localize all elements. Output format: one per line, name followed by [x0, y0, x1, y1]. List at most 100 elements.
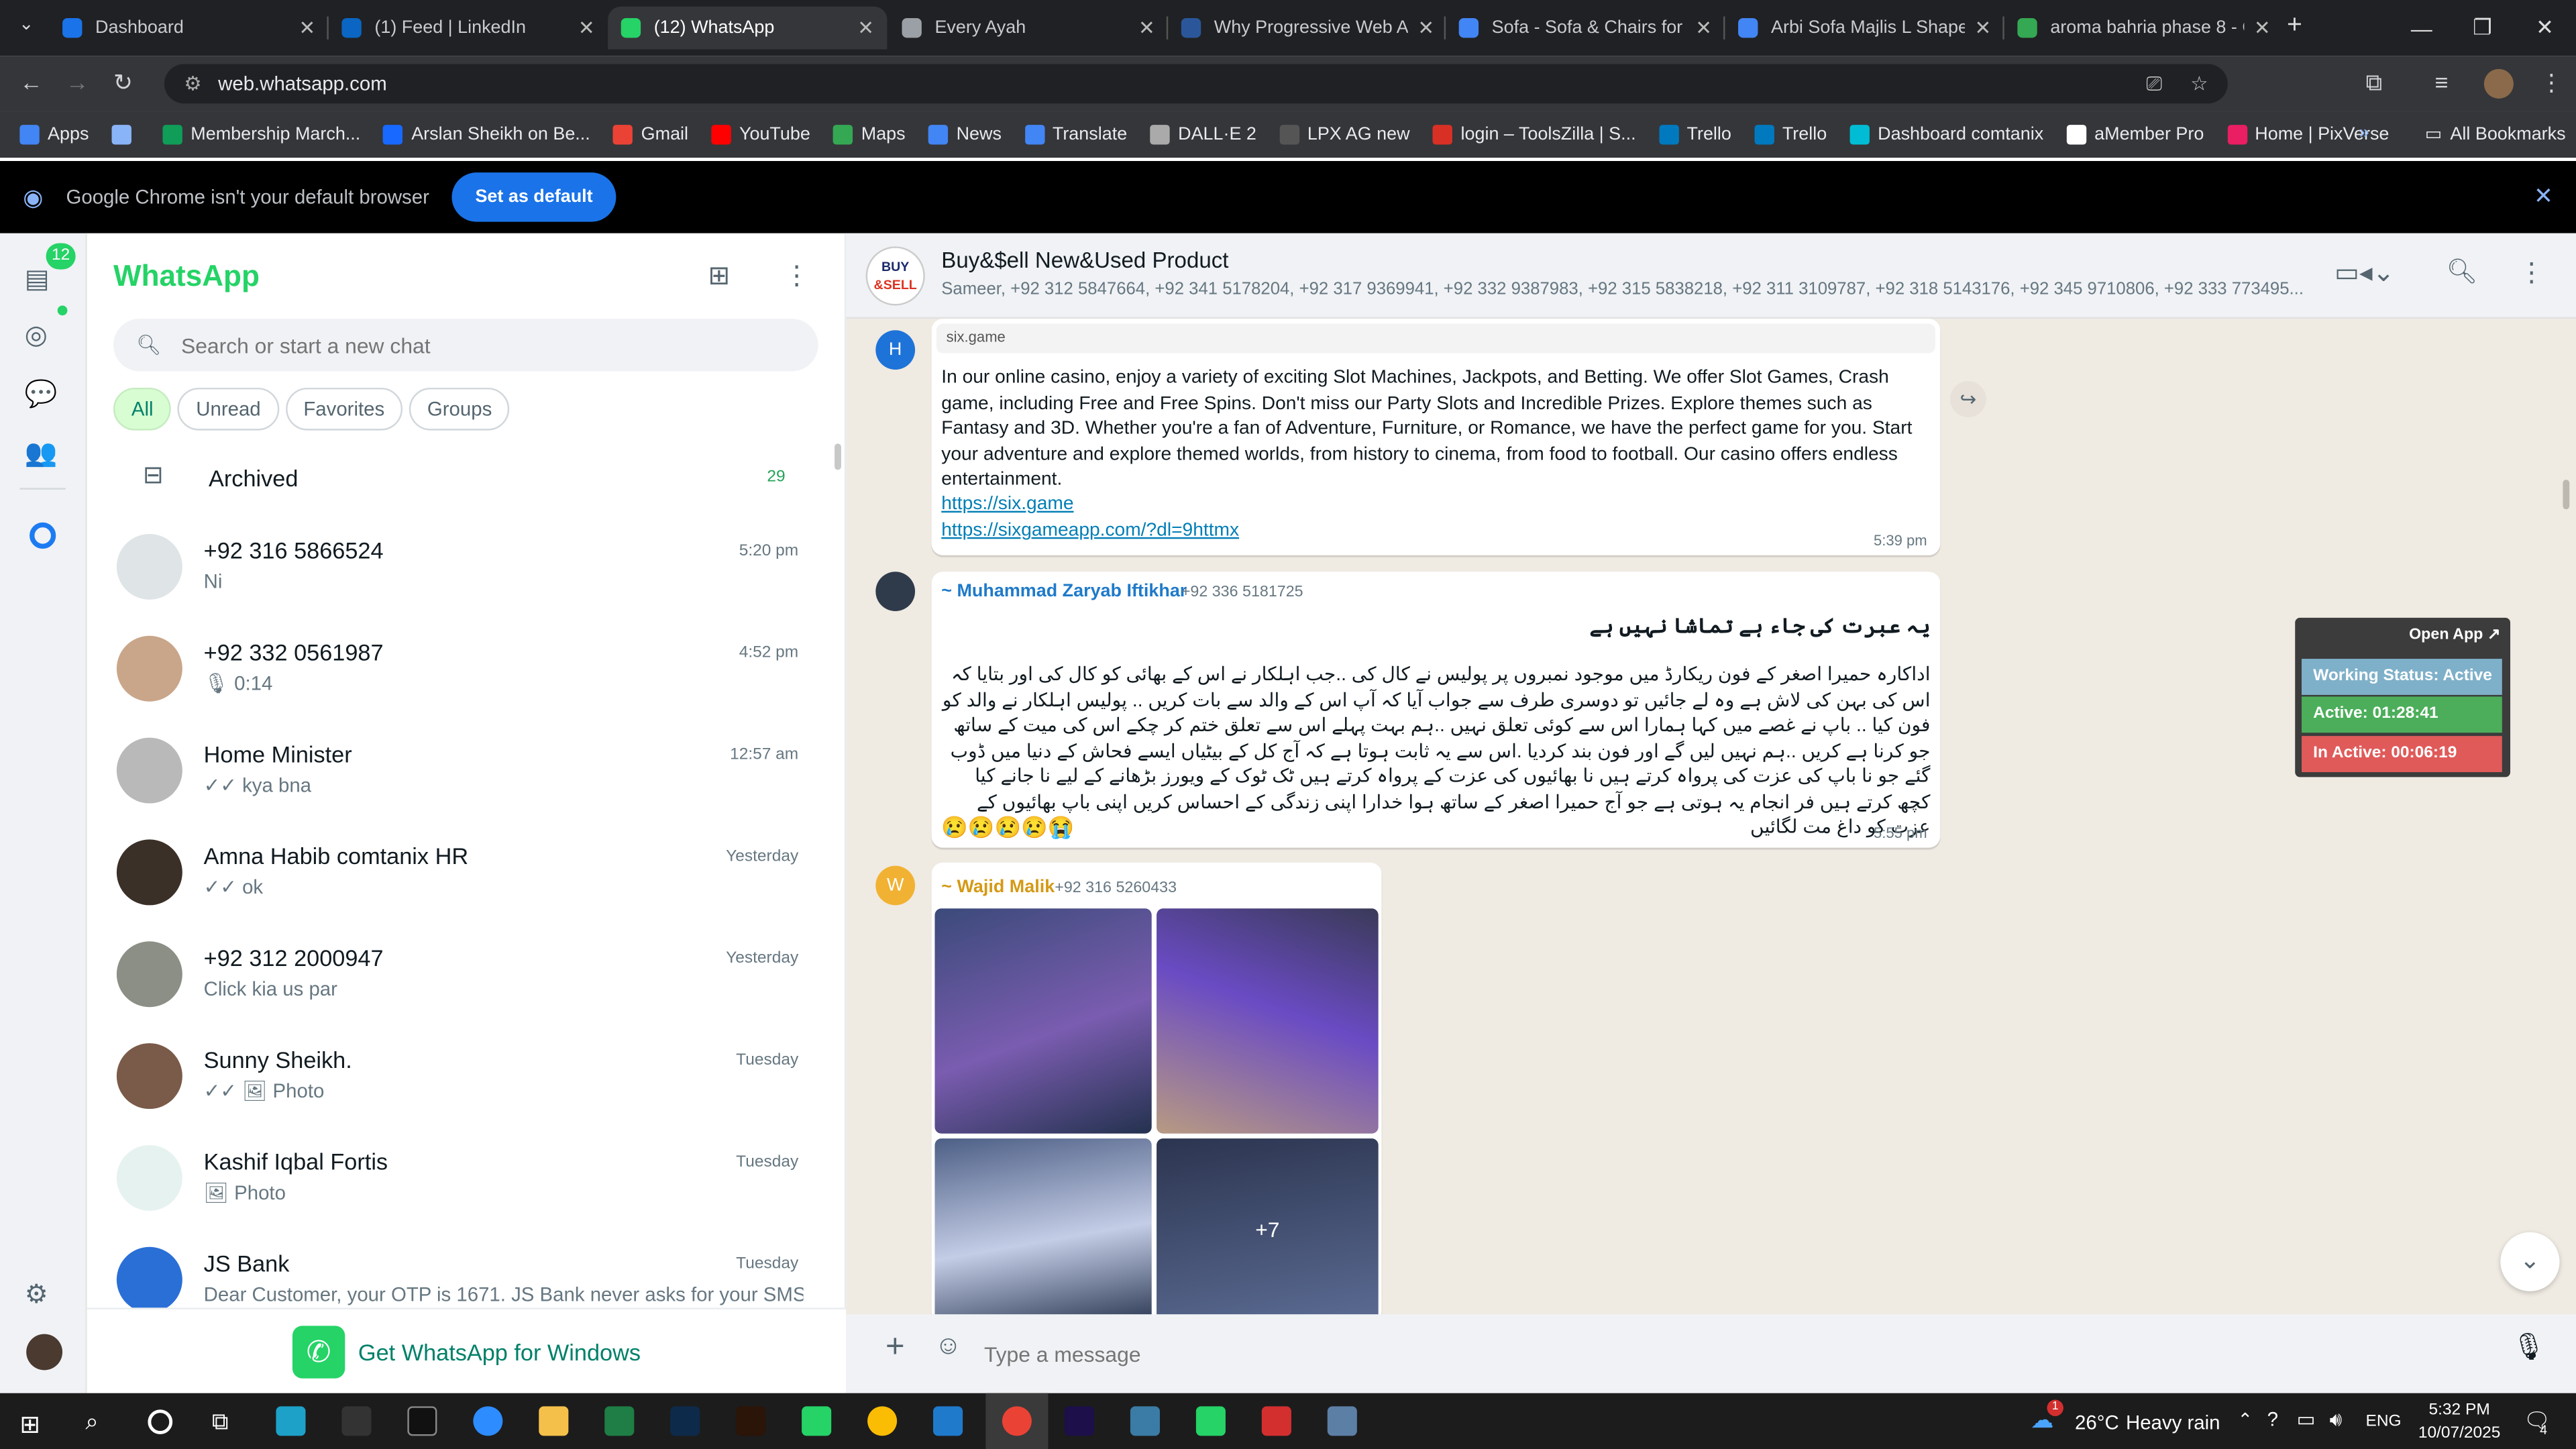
weather-temp[interactable]: 26°C: [2075, 1411, 2119, 1434]
language-indicator[interactable]: ENG: [2366, 1413, 2402, 1431]
bookmark-item[interactable]: News: [928, 125, 1002, 145]
browser-tab[interactable]: Every Ayah ✕: [889, 7, 1168, 50]
clock-date[interactable]: 10/07/2025: [2412, 1424, 2507, 1442]
bookmark-item[interactable]: Translate: [1024, 125, 1127, 145]
bookmark-item[interactable]: Membership March...: [162, 125, 360, 145]
whatsapp-business-icon[interactable]: [1195, 1406, 1226, 1436]
bookmark-item[interactable]: aMember Pro: [2066, 125, 2204, 145]
tab-close-icon[interactable]: ✕: [299, 16, 316, 39]
link-preview[interactable]: six.game: [936, 323, 1935, 354]
sender-name[interactable]: ~ Wajid Malik: [941, 877, 1055, 897]
close-window-icon[interactable]: ✕: [2514, 0, 2576, 56]
site-info-icon[interactable]: ⚙: [184, 72, 201, 95]
sticker-emoji-icon[interactable]: ☺: [934, 1332, 961, 1362]
attach-plus-icon[interactable]: +: [885, 1329, 905, 1366]
new-tab-button[interactable]: +: [2287, 11, 2302, 41]
chat-list-item[interactable]: +92 316 5866524 Ni 5:20 pm: [87, 516, 846, 618]
menu-icon[interactable]: ⋮: [784, 260, 810, 292]
more-photos-overlay[interactable]: +7: [1157, 1138, 1379, 1323]
new-chat-icon[interactable]: ⊞: [708, 260, 731, 292]
weather-condition[interactable]: Heavy rain: [2126, 1411, 2220, 1434]
message-link[interactable]: https://sixgameapp.com/?dl=9httmx: [941, 521, 1239, 540]
get-app-banner[interactable]: ✆ Get WhatsApp for Windows: [87, 1307, 847, 1393]
windows-start-icon[interactable]: ⊞: [19, 1409, 40, 1440]
browser-tab[interactable]: Arbi Sofa Majlis L Shape S ✕: [1725, 7, 2004, 50]
extensions-icon[interactable]: ⧉: [2366, 69, 2382, 97]
tab-close-icon[interactable]: ✕: [1138, 16, 1155, 39]
sender-avatar[interactable]: H: [875, 330, 916, 370]
group-members[interactable]: Sameer, +92 312 5847664, +92 341 5178204…: [941, 279, 2305, 299]
whatsapp-taskbar-icon[interactable]: [802, 1406, 832, 1436]
chat-list-scrollbar[interactable]: [835, 443, 841, 470]
zoom-icon[interactable]: [473, 1406, 503, 1436]
bookmark-item[interactable]: Apps: [19, 125, 89, 145]
all-bookmarks-button[interactable]: ▭ All Bookmarks: [2425, 123, 2566, 145]
browser-tab[interactable]: Dashboard ✕: [49, 7, 328, 50]
tab-close-icon[interactable]: ✕: [1975, 16, 1992, 39]
message-input[interactable]: [977, 1326, 2489, 1382]
tab-close-icon[interactable]: ✕: [1417, 16, 1434, 39]
archived-row[interactable]: ⊟ Archived 29: [87, 453, 846, 502]
communities-icon[interactable]: 👥: [25, 437, 58, 470]
bookmark-item[interactable]: Dashboard comtanix: [1849, 125, 2043, 145]
excel-icon[interactable]: [604, 1406, 635, 1436]
chat-list-item[interactable]: Home Minister ✓✓ kya bna 12:57 am: [87, 720, 846, 822]
filter-chip[interactable]: Unread: [178, 387, 279, 431]
photo-thumbnail[interactable]: [934, 908, 1152, 1134]
video-call-icon[interactable]: ▭◂⌄: [2334, 256, 2395, 289]
tab-search-icon[interactable]: ⌄: [10, 13, 43, 43]
acrobat-icon[interactable]: [1261, 1406, 1291, 1436]
volume-icon[interactable]: 🔊︎: [2330, 1408, 2343, 1433]
profile-avatar[interactable]: [2483, 68, 2514, 99]
chat-list-item[interactable]: Kashif Iqbal Fortis 🖼 Photo Tuesday: [87, 1127, 846, 1229]
file-explorer-icon[interactable]: [539, 1406, 569, 1436]
edge-icon[interactable]: [276, 1406, 306, 1436]
conversation-menu-icon[interactable]: ⋮: [2518, 256, 2544, 289]
chat-list-item[interactable]: Amna Habib comtanix HR ✓✓ ok Yesterday: [87, 821, 846, 923]
group-avatar[interactable]: BUY &SELL: [865, 246, 925, 306]
chrome-menu-icon[interactable]: ⋮: [2540, 69, 2563, 97]
bookmark-item[interactable]: Trello: [1754, 125, 1827, 145]
group-name[interactable]: Buy&$ell New&Used Product: [941, 248, 1228, 273]
bookmark-item[interactable]: YouTube: [711, 125, 810, 145]
open-app-button[interactable]: Open App ↗: [2409, 626, 2500, 644]
browser-tab[interactable]: Sofa - Sofa & Chairs for s ✕: [1446, 7, 1725, 50]
filter-chip[interactable]: All: [113, 387, 172, 431]
browser-tab[interactable]: Why Progressive Web App ✕: [1168, 7, 1447, 50]
sender-avatar[interactable]: [875, 572, 916, 612]
bookmark-item[interactable]: DALL·E 2: [1150, 125, 1256, 145]
tray-chevron-icon[interactable]: ⌃: [2238, 1409, 2253, 1431]
photo-thumbnail[interactable]: [934, 1138, 1152, 1323]
minimize-icon[interactable]: —: [2390, 0, 2453, 56]
task-view-icon[interactable]: ⧉: [212, 1408, 228, 1436]
photoshop-icon[interactable]: [670, 1406, 700, 1436]
browser-tab[interactable]: (12) WhatsApp ✕: [608, 6, 888, 50]
media-icon[interactable]: ≡: [2434, 69, 2448, 95]
app-icon[interactable]: [1130, 1406, 1160, 1436]
bookmark-item[interactable]: [111, 125, 140, 145]
filter-chip[interactable]: Favorites: [285, 387, 403, 431]
message-link[interactable]: https://six.game: [941, 494, 1073, 514]
taskbar-search-icon[interactable]: ⌕: [85, 1408, 98, 1436]
bookmark-item[interactable]: login – ToolsZilla | S...: [1432, 125, 1636, 145]
reload-icon[interactable]: ↻: [113, 69, 133, 97]
filter-chip[interactable]: Groups: [409, 387, 511, 431]
bookmark-item[interactable]: LPX AG new: [1279, 125, 1410, 145]
profile-avatar-icon[interactable]: [26, 1334, 63, 1371]
chat-list-item[interactable]: Sunny Sheikh. ✓✓ 🖼 Photo Tuesday: [87, 1025, 846, 1127]
search-input[interactable]: [180, 332, 724, 358]
meta-ai-icon[interactable]: [30, 522, 56, 549]
vscode-icon[interactable]: [933, 1406, 963, 1436]
scroll-down-icon[interactable]: ⌄: [2500, 1232, 2560, 1291]
conversation-scrollbar[interactable]: [2563, 480, 2570, 510]
bookmark-item[interactable]: Arslan Sheikh on Be...: [383, 125, 590, 145]
restore-icon[interactable]: ❐: [2451, 0, 2514, 56]
forward-icon[interactable]: →: [66, 69, 89, 95]
bookmark-star-icon[interactable]: ☆: [2190, 72, 2208, 95]
tab-close-icon[interactable]: ✕: [1695, 16, 1712, 39]
premiere-icon[interactable]: [1064, 1406, 1095, 1436]
terminal-icon[interactable]: [407, 1406, 437, 1436]
address-bar[interactable]: ⚙ web.whatsapp.com ⎚ ☆: [164, 64, 2228, 104]
help-icon[interactable]: ?: [2267, 1408, 2278, 1431]
cortana-icon[interactable]: [148, 1409, 173, 1434]
